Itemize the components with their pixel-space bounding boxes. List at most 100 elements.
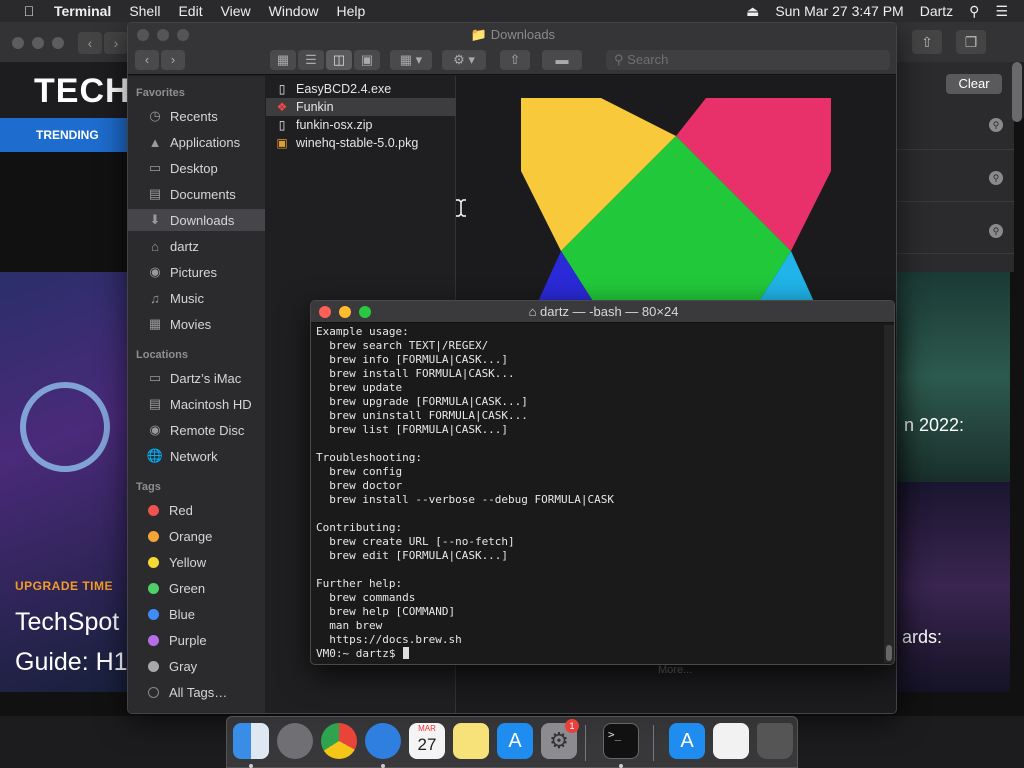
finder-zoom-button[interactable] [177, 29, 189, 41]
finder-dock-icon[interactable] [233, 723, 269, 759]
sidebar-tag-red[interactable]: Red [128, 499, 265, 521]
finder-minimize-button[interactable] [157, 29, 169, 41]
menu-app-terminal[interactable]: Terminal [54, 3, 111, 19]
notes-dock-icon[interactable] [453, 723, 489, 759]
menu-user[interactable]: Dartz [920, 3, 953, 19]
eject-icon[interactable]: ⏏ [746, 3, 759, 20]
menu-clock[interactable]: Sun Mar 27 3:47 PM [775, 3, 903, 19]
clear-history-button[interactable]: Clear [946, 74, 1002, 94]
music-icon: ♫ [150, 290, 160, 306]
action-gear-icon[interactable]: ⚙ ▾ [442, 50, 486, 70]
icon-view-icon[interactable]: ▦ [270, 50, 296, 70]
finder-search-input[interactable]: ⚲ Search [606, 50, 890, 70]
finder-sidebar: Favorites ◷ Recents ▲ Applications ▭ Deskto… [128, 76, 265, 713]
chrome-dock-icon[interactable] [321, 723, 357, 759]
menu-edit[interactable]: Edit [178, 3, 202, 19]
terminal-zoom-button[interactable] [359, 306, 371, 318]
safari-dock-icon[interactable] [365, 723, 401, 759]
sidebar-item-pictures[interactable]: ◉ Pictures [128, 261, 265, 283]
app-store-dock-icon[interactable]: A [497, 723, 533, 759]
terminal-dock-icon[interactable]: >_ [603, 723, 639, 759]
sidebar-item-home[interactable]: ⌂ dartz [128, 235, 265, 257]
sidebar-tag-yellow[interactable]: Yellow [128, 551, 265, 573]
file-row[interactable]: ▯ EasyBCD2.4.exe [266, 80, 456, 98]
finder-forward-icon[interactable]: › [161, 50, 185, 70]
list-view-icon[interactable]: ☰ [298, 50, 324, 70]
sidebar-item-macintosh-hd[interactable]: ▤ Macintosh HD [128, 393, 265, 415]
terminal-scrollbar[interactable] [884, 325, 894, 663]
sidebar-tag-purple[interactable]: Purple [128, 629, 265, 651]
sidebar-item-documents[interactable]: ▤ Documents [128, 183, 265, 205]
sidebar-item-desktop[interactable]: ▭ Desktop [128, 157, 265, 179]
launchpad-dock-icon[interactable] [277, 723, 313, 759]
finder-close-button[interactable] [137, 29, 149, 41]
browser-close-button[interactable] [12, 37, 24, 49]
browser-back-icon[interactable]: ‹ [78, 32, 102, 54]
article-headline[interactable]: TechSpot Guide: H1 [15, 602, 135, 682]
sidebar-item-music[interactable]: ♫ Music [128, 287, 265, 309]
terminal-prompt[interactable]: VM0:~ dartz$ [316, 647, 876, 661]
sidebar-item-label: Downloads [170, 212, 235, 228]
article-title-fragment[interactable]: ards: [902, 627, 942, 648]
terminal-output[interactable]: Example usage: brew search TEXT|/REGEX/ … [316, 325, 876, 663]
terminal-line: brew edit [FORMULA|CASK...] [316, 549, 509, 562]
documents-stack-dock-icon[interactable] [713, 723, 749, 759]
sidebar-item-label: dartz [170, 238, 199, 254]
terminal-close-button[interactable] [319, 306, 331, 318]
site-logo[interactable]: TECH [34, 72, 131, 111]
terminal-minimize-button[interactable] [339, 306, 351, 318]
film-icon: ▦ [148, 316, 162, 331]
sidebar-item-label: Pictures [170, 264, 217, 280]
menu-window[interactable]: Window [269, 3, 319, 19]
sidebar-tag-orange[interactable]: Orange [128, 525, 265, 547]
control-center-icon[interactable]: ☰ [995, 3, 1008, 20]
share-icon[interactable]: ⇧ [500, 50, 530, 70]
tag-icon[interactable]: ▬ [542, 50, 582, 70]
file-row[interactable]: ▯ funkin-osx.zip [266, 116, 456, 134]
sidebar-item-downloads[interactable]: ⬇ Downloads [128, 209, 265, 231]
terminal-scroll-thumb[interactable] [886, 645, 892, 661]
sidebar-tag-blue[interactable]: Blue [128, 603, 265, 625]
sidebar-item-movies[interactable]: ▦ Movies [128, 313, 265, 335]
browser-scrollbar[interactable] [1012, 62, 1022, 122]
article-thumbnail[interactable] [896, 272, 1010, 482]
sidebar-all-tags[interactable]: All Tags… [128, 681, 265, 703]
sidebar-item-label: Recents [170, 108, 218, 124]
imac-icon: ▭ [148, 370, 162, 385]
sidebar-item-applications[interactable]: ▲ Applications [128, 131, 265, 153]
article-title-fragment[interactable]: n 2022: [904, 415, 964, 436]
spotlight-search-icon[interactable]: ⚲ [969, 3, 979, 20]
group-by-icon[interactable]: ▦ ▾ [390, 50, 432, 70]
menu-help[interactable]: Help [336, 3, 365, 19]
gallery-view-icon[interactable]: ▣ [354, 50, 380, 70]
browser-tabs-icon[interactable]: ❐ [956, 30, 986, 54]
calendar-dock-icon[interactable]: MAR 27 [409, 723, 445, 759]
browser-zoom-button[interactable] [52, 37, 64, 49]
terminal-line: brew doctor [316, 479, 403, 492]
sidebar-item-label: Music [170, 290, 204, 306]
sidebar-item-remote-disc[interactable]: ◉ Remote Disc [128, 419, 265, 441]
tag-dot-icon [148, 582, 159, 594]
document-icon: ▤ [148, 186, 162, 201]
sidebar-item-imac[interactable]: ▭ Dartz’s iMac [128, 367, 265, 389]
article-thumbnail[interactable] [896, 482, 1010, 692]
sidebar-tag-gray[interactable]: Gray [128, 655, 265, 677]
sidebar-tag-green[interactable]: Green [128, 577, 265, 599]
menu-view[interactable]: View [221, 3, 251, 19]
preview-more-link[interactable]: More... [658, 664, 692, 676]
sidebar-item-network[interactable]: 🌐 Network [128, 445, 265, 467]
browser-forward-icon[interactable]: › [104, 32, 128, 54]
browser-minimize-button[interactable] [32, 37, 44, 49]
apple-menu-icon[interactable]:  [18, 3, 40, 19]
file-row[interactable]: ❖ Funkin [266, 98, 456, 116]
applications-folder-dock-icon[interactable]: A [669, 723, 705, 759]
column-view-icon[interactable]: ◫ [326, 50, 352, 70]
finder-back-icon[interactable]: ‹ [135, 50, 159, 70]
menu-shell[interactable]: Shell [129, 3, 160, 19]
trending-tab[interactable]: TRENDING [0, 118, 130, 152]
sidebar-item-recents[interactable]: ◷ Recents [128, 105, 265, 127]
file-row[interactable]: ▣ winehq-stable-5.0.pkg [266, 134, 456, 152]
trash-dock-icon[interactable] [757, 723, 793, 759]
sidebar-item-label: Documents [170, 186, 236, 202]
browser-share-icon[interactable]: ⇧ [912, 30, 942, 54]
